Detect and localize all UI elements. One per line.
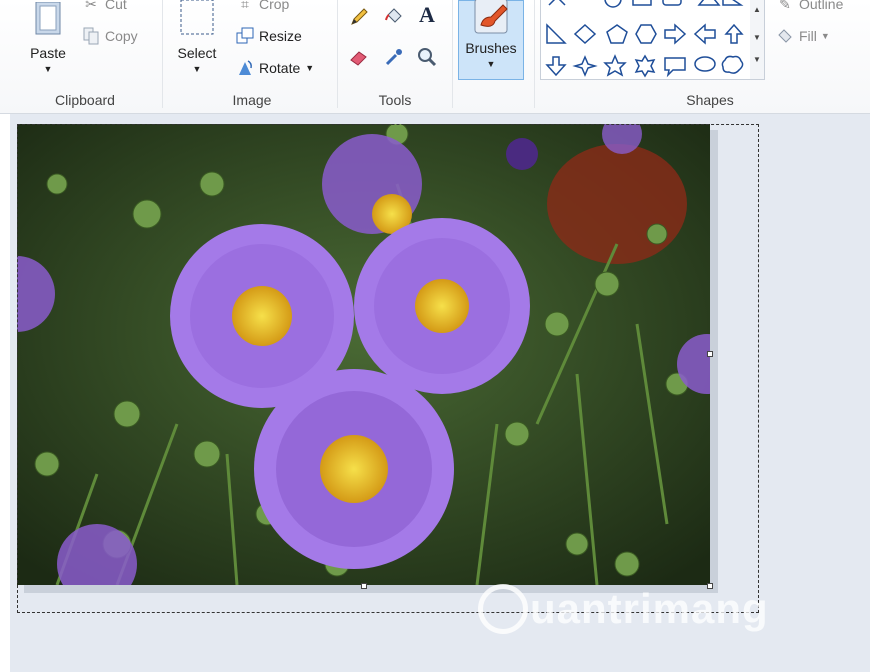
rotate-button[interactable]: Rotate ▼ [236,58,314,78]
rect-callout-shape-icon [664,57,686,78]
text-icon[interactable]: A [416,2,438,27]
more-shapes-icon[interactable]: ▼ [753,55,761,64]
crop-label: Crop [259,0,290,12]
paste-icon [35,1,61,35]
watermark-text: uantrimang [530,584,769,632]
arrow-up-shape-icon [724,23,744,44]
paste-button[interactable]: Paste ▼ [26,1,70,74]
triangle-shape-icon [697,0,721,6]
color-picker-icon[interactable] [383,46,405,68]
rectangle-shape-icon [632,0,652,6]
five-point-star-shape-icon [603,54,627,77]
shapes-gallery [540,0,752,80]
resize-button[interactable]: Resize [236,26,302,46]
resize-handle-bottom[interactable] [361,583,367,589]
outline-brush-icon: ✎ [779,0,791,12]
diamond-shape-icon [573,23,597,45]
oval-shape-icon [604,0,622,8]
crop-icon: ⌗ [241,0,249,12]
select-button[interactable]: Select ▼ [172,0,222,74]
watermark-logo: uantrimang [478,582,769,634]
rounded-rectangle-shape-icon [662,0,682,6]
magnifier-icon[interactable] [416,46,438,68]
shapes-grid [545,0,744,78]
clipboard-group-label: Clipboard [55,92,115,108]
cloud-callout-shape-icon [721,55,744,74]
chevron-up-icon[interactable]: ▲ [753,5,761,14]
fill-label: Fill [799,28,817,44]
fill-bucket-icon[interactable] [383,6,405,28]
chevron-down-icon: ▼ [305,63,315,73]
chevron-down-icon: ▼ [192,64,202,74]
four-point-star-shape-icon [572,55,598,77]
brushes-label: Brushes [465,40,517,56]
watermark-q-icon [478,583,528,634]
copy-icon [82,27,100,45]
divider [337,0,338,108]
cut-button[interactable]: ✂ Cut [82,0,127,14]
crop-button[interactable]: ⌗ Crop [236,0,289,14]
chevron-down-icon[interactable]: ▼ [753,33,761,42]
brush-icon [474,0,508,34]
brushes-button[interactable]: Brushes ▼ [458,0,524,80]
pencil-icon[interactable] [348,6,370,28]
hexagon-shape-icon [635,24,657,44]
workspace-left-edge [0,114,10,672]
eraser-icon[interactable] [348,46,370,68]
scissors-icon: ✂ [85,0,97,12]
resize-icon [236,27,254,45]
shapes-scroll[interactable]: ▲ ▼ ▼ [750,0,765,80]
pentagon-shape-icon [606,24,628,44]
arrow-left-shape-icon [693,23,716,45]
resize-label: Resize [259,28,302,44]
chevron-down-icon: ▼ [43,64,53,74]
divider [534,0,535,108]
paste-label: Paste [30,45,66,61]
outline-button[interactable]: ✎ Outline [776,0,843,14]
rotate-icon [236,59,254,77]
divider [162,0,163,108]
right-triangle-shape-icon [546,23,567,44]
fill-button[interactable]: Fill ▼ [776,26,830,46]
select-label: Select [177,45,217,61]
divider [452,0,453,108]
arrow-down-shape-icon [545,56,567,77]
right-triangle-shape-icon [722,0,744,6]
copy-label: Copy [105,28,138,44]
resize-handle-right[interactable] [707,351,713,357]
cut-label: Cut [105,0,127,12]
selection-rectangle[interactable] [17,124,759,613]
rotate-label: Rotate [259,60,301,76]
oval-callout-shape-icon [694,56,716,72]
six-point-star-shape-icon [634,54,656,78]
chevron-down-icon: ▼ [486,59,496,69]
fill-icon [776,27,794,45]
ribbon: Paste ▼ ✂ Cut Copy Clipboard Select ▼ ⌗ … [0,0,870,114]
tools-group-label: Tools [378,92,412,108]
outline-label: Outline [799,0,844,12]
arrow-right-shape-icon [664,23,687,45]
image-group-label: Image [232,92,272,108]
chevron-down-icon: ▼ [820,31,830,41]
copy-button[interactable]: Copy [82,26,138,46]
select-rect-icon [180,0,214,35]
shapes-group-label: Shapes [686,92,734,108]
curve-shape-icon [548,0,566,6]
